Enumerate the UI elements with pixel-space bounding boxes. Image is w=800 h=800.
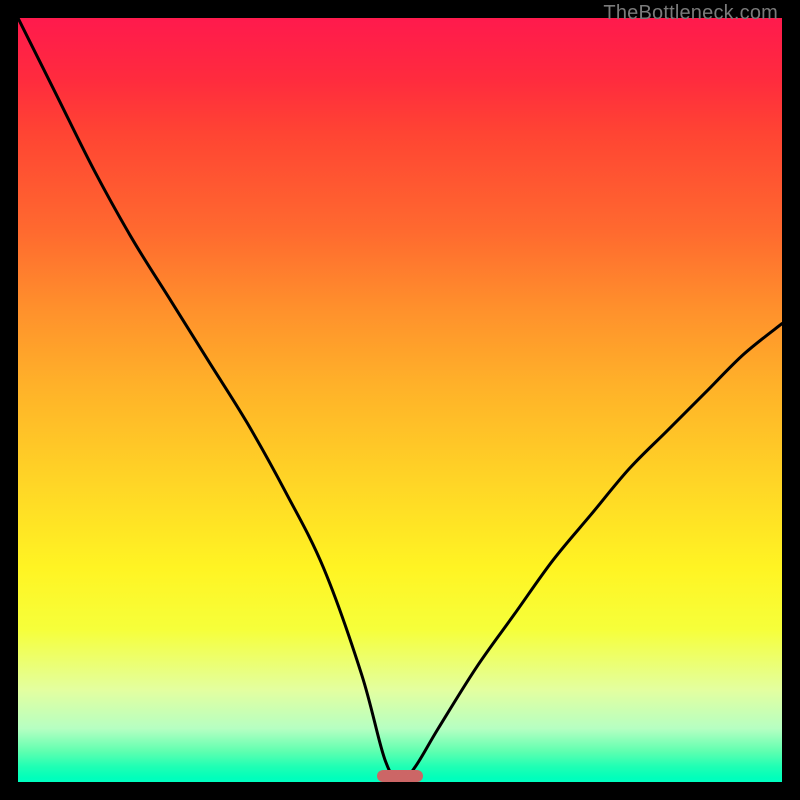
plot-area bbox=[18, 18, 782, 782]
watermark-text: TheBottleneck.com bbox=[603, 2, 778, 25]
optimum-marker bbox=[377, 770, 423, 782]
chart-container: TheBottleneck.com bbox=[0, 0, 800, 800]
bottleneck-curve-path bbox=[18, 18, 782, 782]
curve-svg bbox=[18, 18, 782, 782]
